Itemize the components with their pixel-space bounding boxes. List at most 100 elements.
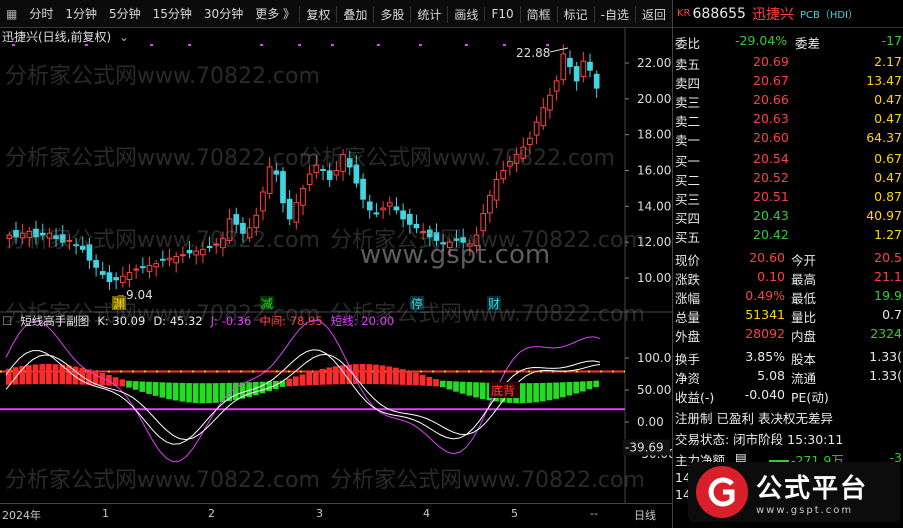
fuquan-button[interactable]: 复权 (299, 5, 336, 23)
ask-label: 卖二 (675, 114, 701, 129)
quote-row: 卖四 20.67 13.47 (673, 72, 903, 91)
toolbar-right: 复权 叠加 多股 统计 画线 F10 简框 标记 -自选 返回 (299, 0, 672, 28)
stat-label: 涨跌 (675, 272, 701, 287)
tab-more[interactable]: 更多 》 (249, 5, 301, 22)
tab-5min[interactable]: 5分钟 (103, 5, 147, 22)
logo-text: 公式平台 (756, 474, 869, 504)
stat-value: 28092 (745, 326, 785, 341)
tab-15min[interactable]: 15分钟 (147, 5, 198, 22)
date-axis: 2024年 1 2 3 4 5 -- 日线 (0, 503, 672, 528)
multi-stock-button[interactable]: 多股 (373, 5, 410, 23)
indicator-bar (26, 365, 32, 385)
kline-chart[interactable]: 22.00 20.00 18.00 16.00 14.00 12.00 10.00 100.0… (0, 28, 672, 503)
period-daily-label[interactable]: 日线 (634, 507, 656, 523)
candle-body (160, 258, 166, 261)
candle-body (473, 234, 480, 247)
indicator-bar (426, 376, 433, 387)
candle-body (400, 210, 406, 220)
indicator-bar (379, 365, 386, 385)
tab-30min[interactable]: 30分钟 (198, 5, 249, 22)
indicator-bar (166, 382, 172, 400)
candle-body (300, 187, 306, 206)
stat-label: 量比 (791, 310, 817, 325)
candle-body (340, 153, 346, 172)
f10-button[interactable]: F10 (484, 7, 519, 21)
indicator-legend: ☐ 短线高手副图 K: 30.09 D: 45.32 J: -0.36 中间: … (0, 312, 625, 330)
mark-button[interactable]: 标记 (556, 5, 594, 23)
indicator-bar (586, 381, 593, 390)
candle-body (553, 80, 560, 92)
candle-body (59, 234, 66, 243)
candle-body (460, 237, 467, 243)
candle-body (353, 164, 360, 184)
quote-row: 买三 20.51 0.87 (673, 188, 903, 207)
bid-price: 20.52 (753, 170, 789, 185)
concept-tag[interactable]: PCB（HDI） (800, 6, 858, 21)
indicator-bar (192, 383, 199, 403)
stat-value: 0.7 (882, 307, 902, 322)
indicator-bar (306, 372, 313, 386)
indicator-bar (39, 364, 46, 385)
exchange-tag: KR (677, 8, 691, 19)
quote-row: 换手 3.85% 股本 1.33( (673, 348, 903, 367)
stat-label: 外盘 (675, 329, 701, 344)
candle-body (293, 202, 300, 223)
indicator-bar (419, 374, 426, 386)
checkbox-icon[interactable]: ☐ (2, 314, 12, 328)
chart-title: 迅捷兴(日线,前复权) ⌄ (2, 28, 129, 45)
dibei-label: 底背 (491, 383, 515, 398)
stat-value: 2324 (870, 326, 902, 341)
quote-row: 净资 5.08 流通 1.33( (673, 367, 903, 386)
quote-row: 涨幅 0.49% 最低 19.9 (673, 287, 903, 306)
draw-line-button[interactable]: 画线 (447, 5, 484, 23)
candle-body (593, 73, 600, 89)
quote-row: 卖二 20.63 0.47 (673, 110, 903, 129)
ask-volume: 13.47 (866, 73, 902, 88)
tab-1min[interactable]: 1分钟 (59, 5, 103, 22)
indicator-bar (132, 381, 139, 390)
indicator-short: 短线: 20.00 (330, 314, 395, 328)
tab-fenshi[interactable]: 分时 (23, 5, 59, 22)
logo-url: www.gspt.com (756, 505, 854, 516)
candle-body (133, 268, 139, 271)
bid-volume: 0.87 (874, 189, 902, 204)
remove-watchlist-button[interactable]: -自选 (593, 5, 635, 23)
stat-label: 内盘 (791, 329, 817, 344)
indicator-name[interactable]: 短线高手副图 (20, 313, 89, 329)
quote-row: 总量 51341 量比 0.7 (673, 306, 903, 325)
candle-body (540, 107, 547, 127)
back-button[interactable]: 返回 (634, 5, 672, 23)
quote-row: 注册制 已盈利 表决权无差异 (673, 407, 903, 426)
indicator-bar (366, 364, 373, 385)
candle-body (333, 170, 340, 176)
simple-frame-button[interactable]: 简框 (519, 5, 557, 23)
candle-body (246, 227, 253, 239)
indicator-j: J: -0.36 (210, 314, 252, 328)
indicator-bar (433, 379, 439, 387)
indicator-bar (292, 376, 299, 386)
bid-price: 20.51 (753, 189, 789, 204)
indicator-bar (386, 366, 393, 385)
candle-body (513, 153, 520, 164)
chevron-down-icon[interactable]: ⌄ (119, 30, 129, 44)
scroll-button[interactable]: -- (590, 507, 598, 520)
candle-body (560, 53, 567, 81)
candle-body (220, 238, 226, 249)
candle-body (233, 214, 240, 225)
candle-body (326, 170, 333, 180)
event-dot (419, 44, 422, 46)
overlay-button[interactable]: 叠加 (336, 5, 373, 23)
stats-button[interactable]: 统计 (410, 5, 447, 23)
ask-price: 20.66 (753, 92, 789, 107)
candle-body (226, 218, 233, 242)
candle-body (306, 173, 313, 185)
current-value: -39.69 (625, 440, 664, 454)
bid-label: 买四 (675, 211, 701, 226)
price-tick-label: 10.00 (637, 271, 671, 285)
bid-label: 买一 (675, 154, 701, 169)
indicator-bar (199, 383, 206, 404)
grid-icon[interactable]: ▦ (0, 7, 23, 21)
price-tick-label: 22.00 (637, 56, 671, 70)
indicator-bar (52, 364, 59, 385)
candle-body (366, 201, 373, 211)
